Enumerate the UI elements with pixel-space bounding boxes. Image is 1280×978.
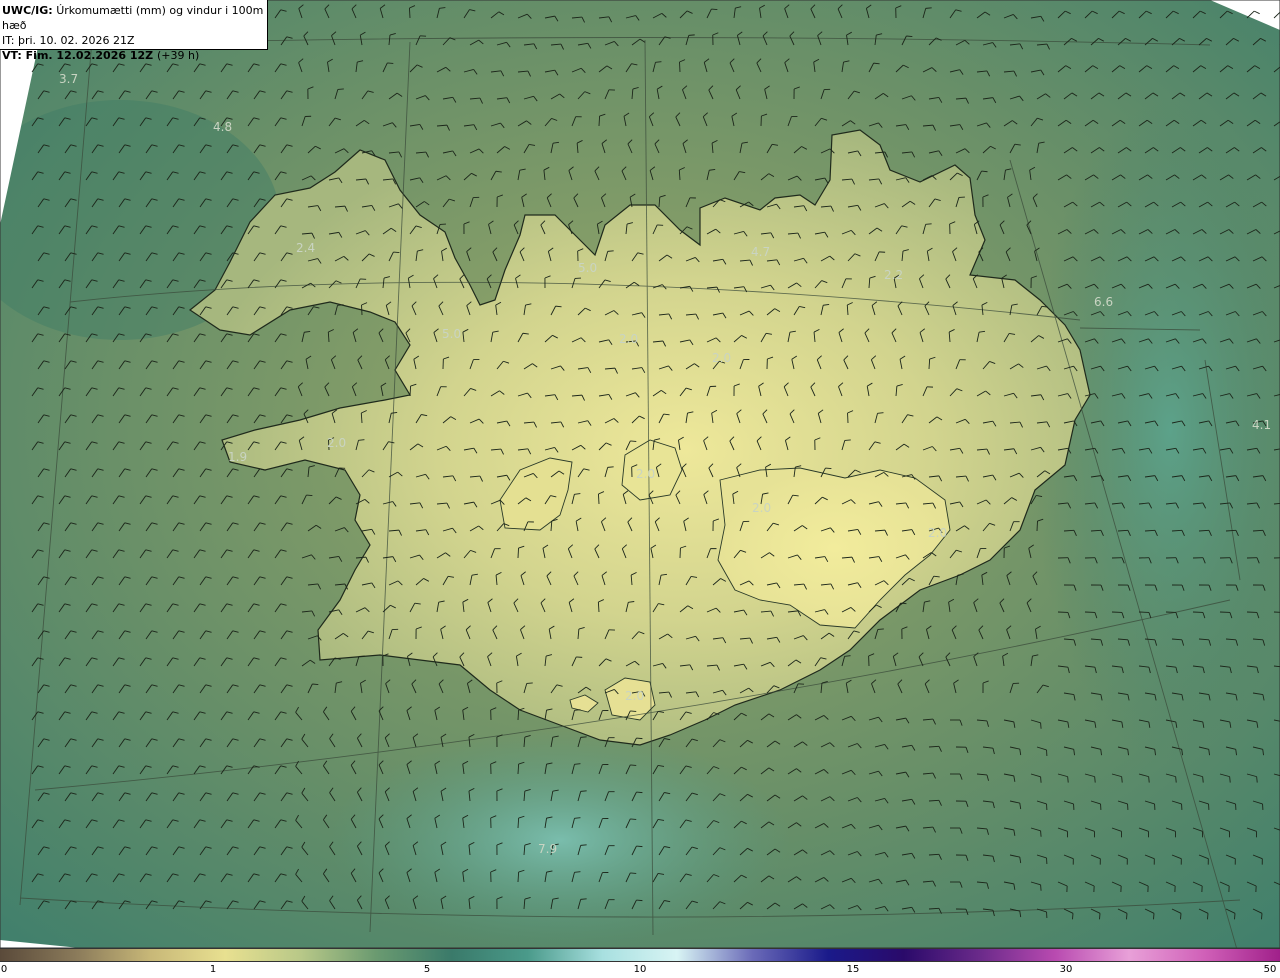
wind-barb-shaft	[517, 871, 520, 883]
value-label: 3.7	[59, 72, 78, 86]
wind-barb-flag	[580, 736, 587, 738]
wind-barb-flag	[636, 791, 643, 794]
wind-barb-flag	[580, 844, 587, 846]
wind-barb-flag	[1256, 776, 1258, 783]
wind-barb-flag	[1099, 913, 1101, 920]
wind-barb-shaft	[517, 763, 520, 775]
value-label: 2.0	[752, 501, 771, 515]
value-label: 2.0	[712, 351, 731, 365]
valid-prefix: VT:	[2, 49, 22, 62]
wind-barb-shaft	[409, 385, 412, 397]
wind-barb-flag	[312, 683, 319, 685]
value-label: 2.0	[928, 526, 947, 540]
wind-barb-shaft	[517, 817, 520, 829]
initial-time: IT: þri. 10. 02. 2026 21Z	[2, 34, 135, 47]
value-label: 5.0	[578, 261, 597, 275]
value-label: 4.8	[213, 120, 232, 134]
wind-barb-shaft	[597, 601, 600, 613]
value-label: 2.2	[884, 268, 903, 282]
wind-barb-flag	[1148, 776, 1150, 783]
value-label: 4.1	[1252, 418, 1271, 432]
wind-barb-flag	[1153, 913, 1155, 920]
wind-barb-shaft	[598, 115, 601, 127]
wind-barb-flag	[1126, 913, 1128, 920]
value-label: 5.0	[442, 327, 461, 341]
colorbar-tick: 30	[1059, 964, 1073, 975]
wind-barb-flag	[636, 737, 643, 740]
precipitation-map[interactable]: 3.7 4.8 2.4 5.0 5.0 2.0 2.0 4.7 2.2 6.6 …	[0, 0, 1280, 948]
colorbar-labels: 0 1 5 10 15 30 50	[0, 962, 1280, 978]
value-label: 6.6	[1094, 295, 1113, 309]
model-name: UWC/IG:	[2, 4, 53, 17]
wind-barb-flag	[607, 250, 614, 252]
value-label: 2.4	[296, 241, 315, 255]
wind-barb-shaft	[408, 7, 411, 19]
wind-barb-flag	[387, 62, 394, 64]
valid-offset: (+39 h)	[156, 49, 200, 62]
map-canvas: 3.7 4.8 2.4 5.0 5.0 2.0 2.0 4.7 2.2 6.6 …	[0, 0, 1280, 948]
wind-barb-flag	[900, 602, 907, 605]
value-label: 1.9	[228, 450, 247, 464]
wind-barb-flag	[877, 412, 884, 414]
wind-barb-flag	[1175, 776, 1177, 783]
wind-barb-flag	[688, 34, 695, 36]
wind-barb-shaft	[928, 358, 931, 370]
value-label: 2.0	[619, 332, 638, 346]
colorbar-tick: 10	[633, 964, 647, 975]
wind-barb-flag	[630, 440, 637, 442]
wind-barb-flag	[1121, 776, 1123, 783]
wind-barb-flag	[825, 467, 832, 470]
colorbar-tick: 0	[0, 964, 8, 975]
wind-barb-flag	[1207, 913, 1209, 920]
wind-barb-flag	[393, 251, 400, 254]
wind-barb-flag	[844, 655, 851, 657]
wind-barb-flag	[1072, 913, 1074, 920]
colorbar-tick: 1	[209, 964, 217, 975]
wind-barb-flag	[711, 8, 718, 11]
wind-barb-flag	[1180, 913, 1182, 920]
colorbar-tick: 15	[846, 964, 860, 975]
wind-barb-flag	[580, 790, 587, 792]
colorbar	[0, 948, 1280, 962]
value-label: 2.0	[327, 436, 346, 450]
colorbar-tick: 50	[1263, 964, 1277, 975]
value-label: 2.0	[625, 689, 644, 703]
wind-barb-flag	[1261, 913, 1263, 920]
wind-barb-flag	[607, 466, 614, 468]
wind-barb-flag	[1234, 913, 1236, 920]
wind-barb-flag	[636, 899, 643, 902]
colorbar-tick: 5	[423, 964, 431, 975]
wind-barb-flag	[580, 898, 587, 900]
wind-barb-shaft	[598, 493, 600, 505]
wind-barb-flag	[925, 7, 932, 9]
value-label: 2.0	[636, 467, 655, 481]
title-line: UWC/IG: Úrkomumætti (mm) og vindur i 100…	[2, 3, 267, 33]
wind-barb-flag	[1202, 776, 1204, 783]
value-label: 4.7	[751, 245, 770, 259]
wind-barb-flag	[306, 494, 313, 497]
wind-barb-flag	[1229, 776, 1231, 783]
map-info-box: UWC/IG: Úrkomumætti (mm) og vindur i 100…	[0, 0, 268, 62]
valid-time: Fim. 12.02.2026 12Z	[25, 49, 154, 62]
valid-time-line: VT: Fim. 12.02.2026 12Z (+39 h)	[2, 48, 267, 63]
wind-barb-flag	[636, 845, 643, 848]
wind-barb-shaft	[517, 709, 520, 721]
wind-barb-flag	[925, 223, 932, 225]
south-moisture-plume	[330, 730, 790, 948]
wind-barb-flag	[1067, 776, 1069, 783]
wind-barb-flag	[1094, 776, 1096, 783]
wind-barb-shaft	[517, 547, 519, 559]
wind-barb-flag	[906, 35, 913, 37]
value-label: 7.9	[538, 842, 557, 856]
